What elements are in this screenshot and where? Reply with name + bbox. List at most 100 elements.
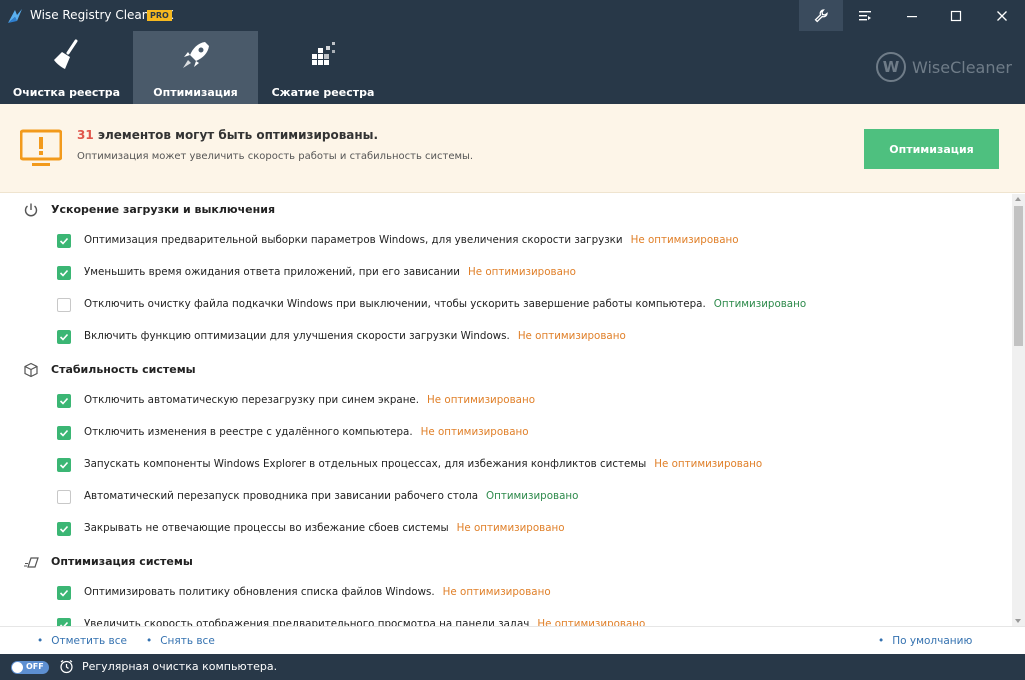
list-item: Отключить очистку файла подкачки Windows… [0, 289, 1012, 321]
minimize-icon [907, 15, 917, 17]
rocket-icon [182, 42, 209, 68]
item-status: Не оптимизировано [517, 330, 626, 342]
issue-count: 31 [77, 128, 94, 142]
item-text: Включить функцию оптимизации для улучшен… [84, 330, 510, 342]
bullet-icon: • [146, 635, 153, 647]
item-checkbox[interactable] [57, 394, 71, 408]
item-label: Отключить изменения в реестре с удалённо… [84, 426, 529, 438]
banner-title-text: элементов могут быть оптимизированы. [93, 128, 379, 142]
check-icon [59, 269, 69, 277]
optimization-list: Ускорение загрузки и выключения Оптимиза… [0, 194, 1012, 626]
auto-clean-toggle[interactable]: OFF [11, 661, 49, 674]
item-text: Закрывать не отвечающие процессы во избе… [84, 522, 449, 534]
cube-icon [24, 362, 38, 378]
item-status: Оптимизировано [486, 490, 579, 502]
warning-monitor-icon [20, 129, 62, 166]
title-bar: Wise Registry Cleaner X PRO [0, 0, 1025, 31]
select-all-label: Отметить все [51, 635, 127, 647]
banner-title: 31 элементов могут быть оптимизированы. [77, 128, 378, 142]
maximize-button[interactable] [934, 0, 978, 31]
item-label: Увеличить скорость отображения предварит… [84, 618, 645, 626]
status-bar: OFF Регулярная очистка компьютера. [0, 654, 1025, 680]
tab-registry-defrag[interactable]: Сжатие реестра [258, 31, 388, 104]
item-label: Уменьшить время ожидания ответа приложен… [84, 266, 576, 278]
check-icon [59, 397, 69, 405]
list-item: Оптимизация предварительной выборки пара… [0, 225, 1012, 257]
list-item: Запускать компоненты Windows Explorer в … [0, 449, 1012, 481]
item-checkbox[interactable] [57, 426, 71, 440]
menu-icon [859, 10, 871, 20]
item-status: Не оптимизировано [420, 426, 529, 438]
item-text: Уменьшить время ожидания ответа приложен… [84, 266, 460, 278]
section-header: Оптимизация системы [0, 546, 1012, 576]
brand-circle: W [876, 52, 906, 82]
item-text: Увеличить скорость отображения предварит… [84, 618, 530, 626]
scheduled-clean-text: Регулярная очистка компьютера. [82, 660, 278, 673]
bullet-icon: • [37, 635, 44, 647]
tab-label: Оптимизация [153, 86, 238, 99]
list-item: Оптимизировать политику обновления списк… [0, 577, 1012, 609]
item-text: Оптимизация предварительной выборки пара… [84, 234, 623, 246]
menu-button[interactable] [843, 0, 887, 31]
item-status: Не оптимизировано [654, 458, 763, 470]
status-banner: 31 элементов могут быть оптимизированы. … [0, 104, 1025, 193]
brand-name: WiseCleaner [912, 57, 1012, 77]
close-button[interactable] [980, 0, 1024, 31]
item-text: Отключить автоматическую перезагрузку пр… [84, 394, 420, 406]
check-icon [59, 333, 69, 341]
item-status: Не оптимизировано [442, 586, 551, 598]
wisecleaner-logo: W WiseCleaner [876, 52, 1012, 82]
minimize-button[interactable] [890, 0, 934, 31]
list-scrollbar[interactable] [1012, 194, 1025, 626]
list-item: Включить функцию оптимизации для улучшен… [0, 321, 1012, 353]
optimize-button[interactable]: Оптимизация [864, 129, 999, 169]
item-checkbox[interactable] [57, 618, 71, 626]
section-title: Ускорение загрузки и выключения [51, 203, 276, 216]
list-item: Отключить автоматическую перезагрузку пр… [0, 385, 1012, 417]
tab-optimization[interactable]: Оптимизация [133, 31, 258, 104]
section-title: Стабильность системы [51, 363, 196, 376]
item-text: Оптимизировать политику обновления списк… [84, 586, 435, 598]
section-header: Ускорение загрузки и выключения [0, 194, 1012, 224]
restore-default-link[interactable]: • По умолчанию [878, 635, 972, 647]
list-item: Увеличить скорость отображения предварит… [0, 609, 1012, 626]
speed-icon [24, 557, 39, 568]
close-icon [997, 10, 1007, 21]
check-icon [59, 429, 69, 437]
item-checkbox[interactable] [57, 298, 71, 312]
tab-label: Очистка реестра [12, 86, 121, 99]
item-checkbox[interactable] [57, 234, 71, 248]
item-checkbox[interactable] [57, 522, 71, 536]
tools-button[interactable] [799, 0, 843, 31]
item-checkbox[interactable] [57, 330, 71, 344]
check-icon [59, 525, 69, 533]
item-checkbox[interactable] [57, 266, 71, 280]
item-label: Оптимизация предварительной выборки пара… [84, 234, 739, 246]
item-label: Отключить очистку файла подкачки Windows… [84, 298, 806, 310]
footer-links: • Отметить все • Снять все • По умолчанию [0, 626, 1025, 654]
item-status: Оптимизировано [713, 298, 807, 310]
scroll-down-arrow-icon[interactable] [1015, 619, 1021, 623]
select-all-link[interactable]: • Отметить все [37, 635, 127, 647]
restore-default-label: По умолчанию [892, 635, 973, 647]
item-label: Отключить автоматическую перезагрузку пр… [84, 394, 535, 406]
scroll-thumb[interactable] [1014, 206, 1023, 346]
tab-label: Сжатие реестра [271, 86, 375, 99]
item-label: Включить функцию оптимизации для улучшен… [84, 330, 626, 342]
check-icon [59, 589, 69, 597]
alarm-clock-icon [60, 660, 73, 674]
list-item: Отключить изменения в реестре с удалённо… [0, 417, 1012, 449]
scroll-up-arrow-icon[interactable] [1015, 197, 1021, 201]
item-status: Не оптимизировано [537, 618, 646, 626]
broom-icon [53, 39, 77, 69]
tab-registry-cleaner[interactable]: Очистка реестра [0, 31, 133, 104]
item-checkbox[interactable] [57, 586, 71, 600]
item-label: Закрывать не отвечающие процессы во избе… [84, 522, 565, 534]
item-checkbox[interactable] [57, 458, 71, 472]
item-checkbox[interactable] [57, 490, 71, 504]
item-status: Не оптимизировано [630, 234, 739, 246]
deselect-all-link[interactable]: • Снять все [146, 635, 215, 647]
check-icon [59, 237, 69, 245]
item-text: Автоматический перезапуск проводника при… [84, 490, 479, 502]
item-label: Запускать компоненты Windows Explorer в … [84, 458, 762, 470]
